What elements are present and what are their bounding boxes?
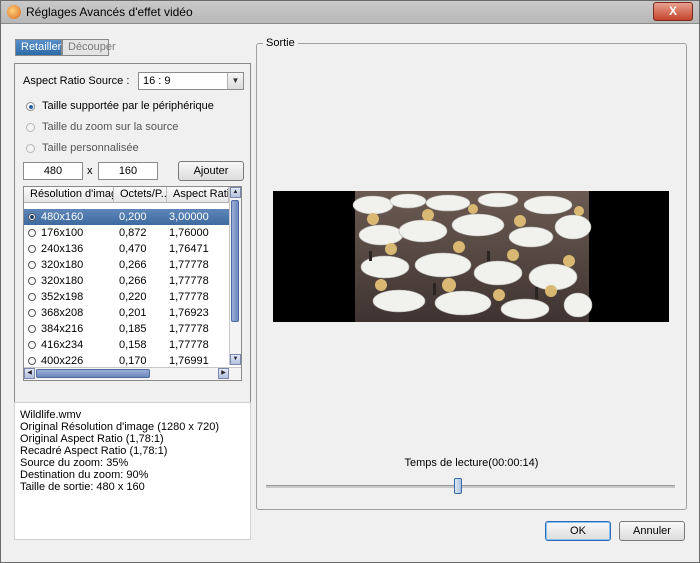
- tab-decouper[interactable]: Découper: [62, 39, 116, 56]
- info-cropped-aspect: Recadré Aspect Ratio (1,78:1): [20, 445, 168, 457]
- row-aspect-ratio: 1,76923: [169, 307, 209, 319]
- table-row[interactable]: 320x180 0,266 1,77778: [24, 273, 229, 289]
- row-bytes-per-pixel: 0,470: [119, 243, 147, 255]
- row-radio[interactable]: [28, 213, 36, 221]
- resize-panel: Aspect Ratio Source : 16 : 9 ▼ Taille su…: [14, 63, 251, 403]
- row-aspect-ratio: 1,77778: [169, 291, 209, 303]
- output-group: Sortie Temps de lecture(00:00:14): [256, 37, 687, 510]
- row-bytes-per-pixel: 0,872: [119, 227, 147, 239]
- row-resolution: 320x180: [41, 275, 84, 287]
- width-input[interactable]: 480: [23, 162, 83, 180]
- row-aspect-ratio: 1,76000: [169, 227, 209, 239]
- title-bar[interactable]: Réglages Avancés d'effet vidéo X: [1, 1, 699, 24]
- scroll-down-icon[interactable]: ▼: [230, 354, 241, 365]
- scroll-right-icon[interactable]: ▶: [218, 368, 229, 379]
- info-original-resolution: Original Résolution d'image (1280 x 720): [20, 421, 219, 433]
- scroll-up-icon[interactable]: ▲: [230, 187, 241, 198]
- row-bytes-per-pixel: 0,220: [119, 291, 147, 303]
- playback-time-label: Temps de lecture(00:00:14): [404, 457, 539, 469]
- app-icon: [7, 5, 21, 19]
- tab-retailler[interactable]: Retailler: [15, 39, 62, 56]
- aspect-ratio-value: 16 : 9: [143, 75, 171, 87]
- radio-device-size[interactable]: [26, 102, 35, 111]
- table-row[interactable]: 416x234 0,158 1,77778: [24, 337, 229, 353]
- info-file-name: Wildlife.wmv: [20, 409, 82, 421]
- row-bytes-per-pixel: 0,201: [119, 307, 147, 319]
- row-bytes-per-pixel: 0,158: [119, 339, 147, 351]
- row-resolution: 240x136: [41, 243, 84, 255]
- option-zoom-size-label: Taille du zoom sur la source: [42, 121, 179, 133]
- row-resolution: 320x180: [41, 259, 84, 271]
- ok-button[interactable]: OK: [545, 521, 611, 541]
- row-bytes-per-pixel: 0,200: [119, 211, 147, 223]
- table-row[interactable]: 480x160 0,200 3,00000: [24, 209, 229, 225]
- info-original-aspect: Original Aspect Ratio (1,78:1): [20, 433, 164, 445]
- info-panel: Wildlife.wmv Original Résolution d'image…: [14, 402, 251, 540]
- row-aspect-ratio: 1,77778: [169, 323, 209, 335]
- table-row[interactable]: 368x208 0,201 1,76923: [24, 305, 229, 321]
- video-preview: [273, 191, 669, 322]
- video-frame-image: [273, 191, 669, 322]
- radio-custom-size[interactable]: [26, 144, 35, 153]
- aspect-ratio-label: Aspect Ratio Source :: [23, 75, 130, 87]
- close-button[interactable]: X: [653, 2, 693, 21]
- scroll-left-icon[interactable]: ◀: [24, 368, 35, 379]
- row-resolution: 480x160: [41, 211, 84, 223]
- info-zoom-destination: Destination du zoom: 90%: [20, 469, 149, 481]
- add-button[interactable]: Ajouter: [178, 161, 244, 181]
- row-resolution: 176x100: [41, 227, 84, 239]
- row-radio[interactable]: [28, 245, 36, 253]
- row-bytes-per-pixel: 0,185: [119, 323, 147, 335]
- chevron-down-icon[interactable]: ▼: [227, 73, 243, 89]
- option-device-size-label: Taille supportée par le périphérique: [42, 100, 214, 112]
- horizontal-scrollbar[interactable]: ◀ ▶: [24, 367, 241, 380]
- row-radio[interactable]: [28, 309, 36, 317]
- row-resolution: 368x208: [41, 307, 84, 319]
- table-header: Résolution d'image Octets/P... Aspect Ra…: [24, 187, 229, 203]
- column-aspect-ratio[interactable]: Aspect Ratio: [167, 187, 229, 202]
- radio-zoom-size[interactable]: [26, 123, 35, 132]
- option-custom-size-label: Taille personnalisée: [42, 142, 139, 154]
- table-row[interactable]: 352x198 0,220 1,77778: [24, 289, 229, 305]
- playback-slider-thumb[interactable]: [454, 478, 463, 494]
- playback-slider-track[interactable]: [266, 485, 675, 488]
- table-row[interactable]: 176x100 0,872 1,76000: [24, 225, 229, 241]
- row-radio[interactable]: [28, 325, 36, 333]
- row-resolution: 384x216: [41, 323, 84, 335]
- row-resolution: 352x198: [41, 291, 84, 303]
- vertical-scroll-thumb[interactable]: [231, 200, 239, 322]
- row-aspect-ratio: 1,77778: [169, 275, 209, 287]
- aspect-ratio-select[interactable]: 16 : 9 ▼: [138, 72, 244, 90]
- row-radio[interactable]: [28, 357, 36, 365]
- row-radio[interactable]: [28, 341, 36, 349]
- row-radio[interactable]: [28, 277, 36, 285]
- row-bytes-per-pixel: 0,266: [119, 275, 147, 287]
- info-output-size: Taille de sortie: 480 x 160: [20, 481, 145, 493]
- info-zoom-source: Source du zoom: 35%: [20, 457, 129, 469]
- row-aspect-ratio: 3,00000: [169, 211, 209, 223]
- column-resolution[interactable]: Résolution d'image: [24, 187, 114, 202]
- output-legend: Sortie: [263, 37, 298, 49]
- row-radio[interactable]: [28, 229, 36, 237]
- window-title: Réglages Avancés d'effet vidéo: [26, 5, 193, 19]
- table-row[interactable]: 384x216 0,185 1,77778: [24, 321, 229, 337]
- times-label: x: [87, 165, 93, 177]
- row-aspect-ratio: 1,77778: [169, 339, 209, 351]
- row-radio[interactable]: [28, 293, 36, 301]
- horizontal-scroll-thumb[interactable]: [36, 369, 150, 378]
- row-aspect-ratio: 1,77778: [169, 259, 209, 271]
- cancel-button[interactable]: Annuler: [619, 521, 685, 541]
- row-resolution: 416x234: [41, 339, 84, 351]
- row-aspect-ratio: 1,76471: [169, 243, 209, 255]
- row-bytes-per-pixel: 0,266: [119, 259, 147, 271]
- table-row[interactable]: 320x180 0,266 1,77778: [24, 257, 229, 273]
- height-input[interactable]: 160: [98, 162, 158, 180]
- column-bytes-per-pixel[interactable]: Octets/P...: [114, 187, 167, 202]
- resolution-table: Résolution d'image Octets/P... Aspect Ra…: [23, 186, 242, 381]
- row-radio[interactable]: [28, 261, 36, 269]
- dialog-window: Réglages Avancés d'effet vidéo X Retaill…: [0, 0, 700, 563]
- vertical-scrollbar[interactable]: ▲ ▼: [229, 187, 241, 365]
- table-row[interactable]: 240x136 0,470 1,76471: [24, 241, 229, 257]
